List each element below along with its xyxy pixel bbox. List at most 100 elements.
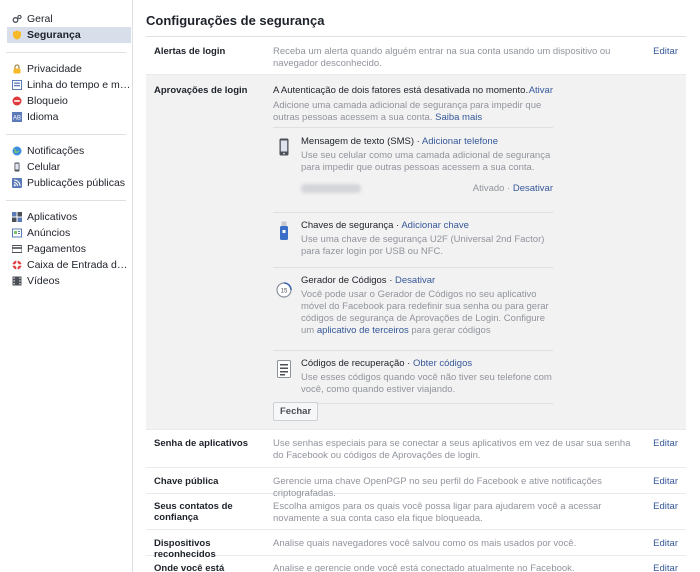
sidebar-item-label: Anúncios	[27, 227, 71, 239]
third-party-app-link[interactable]: aplicativo de terceiros	[317, 325, 409, 336]
sidebar-item-gears[interactable]: Geral	[0, 11, 132, 27]
language-icon: AB	[12, 112, 22, 122]
sidebar-item-lifebuoy[interactable]: Caixa de Entrada de Su...	[0, 257, 132, 273]
setting-row-trusted-contacts[interactable]: Seus contatos de confiança Escolha amigo…	[146, 494, 686, 530]
add-key-link[interactable]: Adicionar chave	[401, 220, 469, 231]
sms-state: Ativado	[472, 183, 505, 194]
timeline-icon	[12, 80, 22, 90]
setting-description: Receba um alerta quando alguém entrar na…	[273, 46, 611, 69]
sidebar-divider	[6, 200, 126, 201]
learn-more-link[interactable]: Saiba mais	[435, 112, 482, 123]
method-security-keys: Chaves de segurança · Adicionar chave Us…	[273, 220, 553, 258]
sidebar-item-shield[interactable]: Segurança	[7, 27, 131, 43]
security-settings-main: Configurações de segurança Alertas de lo…	[146, 0, 686, 572]
phone-icon	[275, 136, 293, 158]
shield-icon	[12, 30, 22, 40]
setting-row-app-passwords[interactable]: Senha de aplicativos Use senhas especiai…	[146, 430, 686, 468]
sidebar-item-label: Celular	[27, 161, 61, 173]
disable-generator-link[interactable]: Desativar	[395, 275, 435, 286]
setting-label: Dispositivos reconhecidos	[154, 538, 216, 560]
setting-row-where-logged-in[interactable]: Onde você está conectado Analise e geren…	[146, 556, 686, 572]
add-phone-link[interactable]: Adicionar telefone	[422, 136, 498, 147]
edit-link[interactable]: Editar	[646, 563, 686, 572]
method-code-generator: 15 Gerador de Códigos · Desativar Você p…	[273, 275, 553, 337]
edit-link[interactable]: Editar	[646, 476, 686, 493]
close-button[interactable]: Fechar	[273, 402, 319, 421]
setting-description: Analise e gerencie onde você está conect…	[273, 563, 575, 572]
gears-icon	[12, 14, 22, 24]
sidebar-item-label: Notificações	[27, 145, 85, 157]
lifebuoy-icon	[12, 260, 22, 270]
divider	[273, 127, 553, 128]
method-sms: Mensagem de texto (SMS) · Adicionar tele…	[273, 136, 553, 194]
disable-sms-link[interactable]: Desativar	[513, 183, 553, 194]
sidebar-item-language[interactable]: AB Idioma	[0, 109, 132, 125]
sidebar-item-label: Privacidade	[27, 63, 82, 75]
sidebar-item-rss[interactable]: Publicações públicas	[0, 175, 132, 191]
sidebar-item-label: Vídeos	[27, 275, 60, 287]
setting-label: Seus contatos de confiança	[154, 501, 233, 523]
sidebar-divider	[6, 52, 126, 53]
setting-row-login-approvals: Aprovações de login A Autenticação de do…	[146, 75, 686, 430]
svg-text:15: 15	[281, 289, 288, 295]
rss-icon	[12, 178, 22, 188]
sidebar-item-timeline[interactable]: Linha do tempo e marca...	[0, 77, 132, 93]
edit-link[interactable]: Editar	[646, 46, 686, 74]
sidebar-item-ads[interactable]: Anúncios	[0, 225, 132, 241]
sidebar-item-video[interactable]: Vídeos	[0, 273, 132, 289]
setting-label: Chave pública	[154, 476, 219, 487]
edit-link[interactable]: Editar	[646, 538, 686, 555]
blurred-phone-number	[301, 184, 361, 193]
sidebar-item-label: Linha do tempo e marca...	[27, 79, 132, 91]
divider	[273, 350, 553, 351]
setting-description: Analise quais navegadores você salvou co…	[273, 538, 577, 549]
get-codes-link[interactable]: Obter códigos	[413, 358, 472, 369]
login-approvals-panel: A Autenticação de dois fatores está desa…	[273, 85, 553, 404]
sidebar-item-payments[interactable]: Pagamentos	[0, 241, 132, 257]
two-factor-status: A Autenticação de dois fatores está desa…	[273, 85, 529, 96]
code-generator-icon: 15	[275, 279, 293, 301]
method-description: Use seu celular como uma camada adiciona…	[301, 150, 551, 173]
usb-key-icon	[275, 220, 293, 242]
setting-label: Alertas de login	[154, 46, 226, 57]
sidebar-divider	[6, 134, 126, 135]
divider	[273, 212, 553, 213]
method-description: Use esses códigos quando você não tiver …	[301, 372, 552, 395]
setting-description: Escolha amigos para os quais você possa …	[273, 501, 602, 524]
apps-icon	[12, 212, 22, 222]
setting-label: Aprovações de login	[154, 85, 248, 96]
page-title: Configurações de segurança	[146, 0, 686, 37]
method-title: Gerador de Códigos	[301, 275, 387, 286]
settings-sidebar: Geral Segurança Privacidade Linha do tempo …	[0, 0, 133, 572]
edit-link[interactable]: Editar	[646, 438, 686, 467]
sidebar-item-apps[interactable]: Aplicativos	[0, 209, 132, 225]
sidebar-item-globe[interactable]: Notificações	[0, 143, 132, 159]
setting-row-public-key[interactable]: Chave pública Gerencie uma chave OpenPGP…	[146, 468, 686, 499]
block-icon	[12, 96, 22, 106]
sidebar-item-label: Pagamentos	[27, 243, 86, 255]
method-recovery-codes: Códigos de recuperação · Obter códigos U…	[273, 358, 553, 396]
sidebar-item-label: Segurança	[27, 29, 81, 41]
sidebar-item-label: Caixa de Entrada de Su...	[27, 259, 132, 271]
setting-description: Use senhas especiais para se conectar a …	[273, 438, 631, 461]
login-approvals-description: Adicione uma camada adicional de seguran…	[273, 100, 542, 123]
recovery-codes-icon	[275, 358, 293, 380]
setting-label: Onde você está conectado	[154, 563, 225, 572]
method-description: Use uma chave de segurança U2F (Universa…	[301, 234, 545, 257]
sidebar-item-label: Publicações públicas	[27, 177, 126, 189]
setting-row-recognized-devices[interactable]: Dispositivos reconhecidos Analise quais …	[146, 530, 686, 560]
sidebar-item-phone[interactable]: Celular	[0, 159, 132, 175]
method-title: Códigos de recuperação	[301, 358, 405, 369]
payments-icon	[12, 244, 22, 254]
svg-text:AB: AB	[13, 116, 21, 122]
method-title: Mensagem de texto (SMS)	[301, 136, 414, 147]
sidebar-item-block[interactable]: Bloqueio	[0, 93, 132, 109]
setting-row-login-alerts[interactable]: Alertas de login Receba um alerta quando…	[146, 37, 686, 75]
ads-icon	[12, 228, 22, 238]
activate-link[interactable]: Ativar	[529, 85, 553, 96]
sidebar-item-label: Aplicativos	[27, 211, 78, 223]
sidebar-item-lock[interactable]: Privacidade	[0, 61, 132, 77]
edit-link[interactable]: Editar	[646, 501, 686, 529]
method-title: Chaves de segurança	[301, 220, 394, 231]
method-description-end: para gerar códigos	[411, 325, 491, 336]
